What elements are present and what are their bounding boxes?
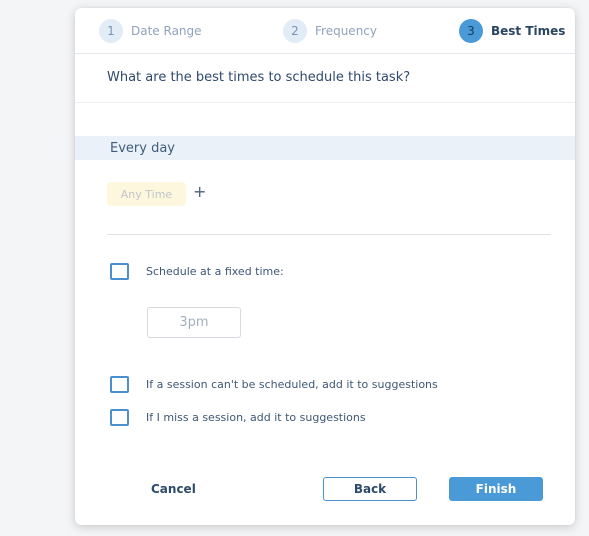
question-heading: What are the best times to schedule this… [107, 70, 411, 85]
fixed-time-checkbox[interactable] [110, 263, 129, 280]
add-time-button[interactable]: + [193, 182, 206, 202]
cant-schedule-checkbox[interactable] [110, 376, 129, 393]
fixed-time-input[interactable] [147, 307, 241, 338]
step-date-range[interactable]: 1 Date Range [99, 18, 202, 44]
step-number: 1 [99, 19, 123, 43]
schedule-task-dialog: 1 Date Range 2 Frequency 3 Best Times Wh… [75, 8, 575, 525]
cancel-button[interactable]: Cancel [151, 482, 196, 496]
miss-session-checkbox[interactable] [110, 409, 129, 426]
back-button[interactable]: Back [323, 477, 417, 501]
step-best-times[interactable]: 3 Best Times [459, 18, 565, 44]
step-frequency[interactable]: 2 Frequency [283, 18, 377, 44]
step-label: Best Times [491, 24, 566, 38]
step-label: Frequency [315, 24, 377, 38]
cant-schedule-label: If a session can't be scheduled, add it … [146, 378, 438, 391]
day-band: Every day [75, 136, 575, 160]
step-number: 3 [459, 19, 483, 43]
fixed-time-label: Schedule at a fixed time: [146, 265, 284, 278]
step-label: Date Range [131, 24, 202, 38]
miss-session-label: If I miss a session, add it to suggestio… [146, 411, 366, 424]
finish-button[interactable]: Finish [449, 477, 543, 501]
section-divider [75, 102, 575, 103]
day-label: Every day [110, 141, 175, 156]
time-chip-any-time[interactable]: Any Time [107, 182, 186, 206]
wizard-stepper: 1 Date Range 2 Frequency 3 Best Times [75, 8, 575, 54]
options-divider [107, 234, 551, 235]
step-number: 2 [283, 19, 307, 43]
